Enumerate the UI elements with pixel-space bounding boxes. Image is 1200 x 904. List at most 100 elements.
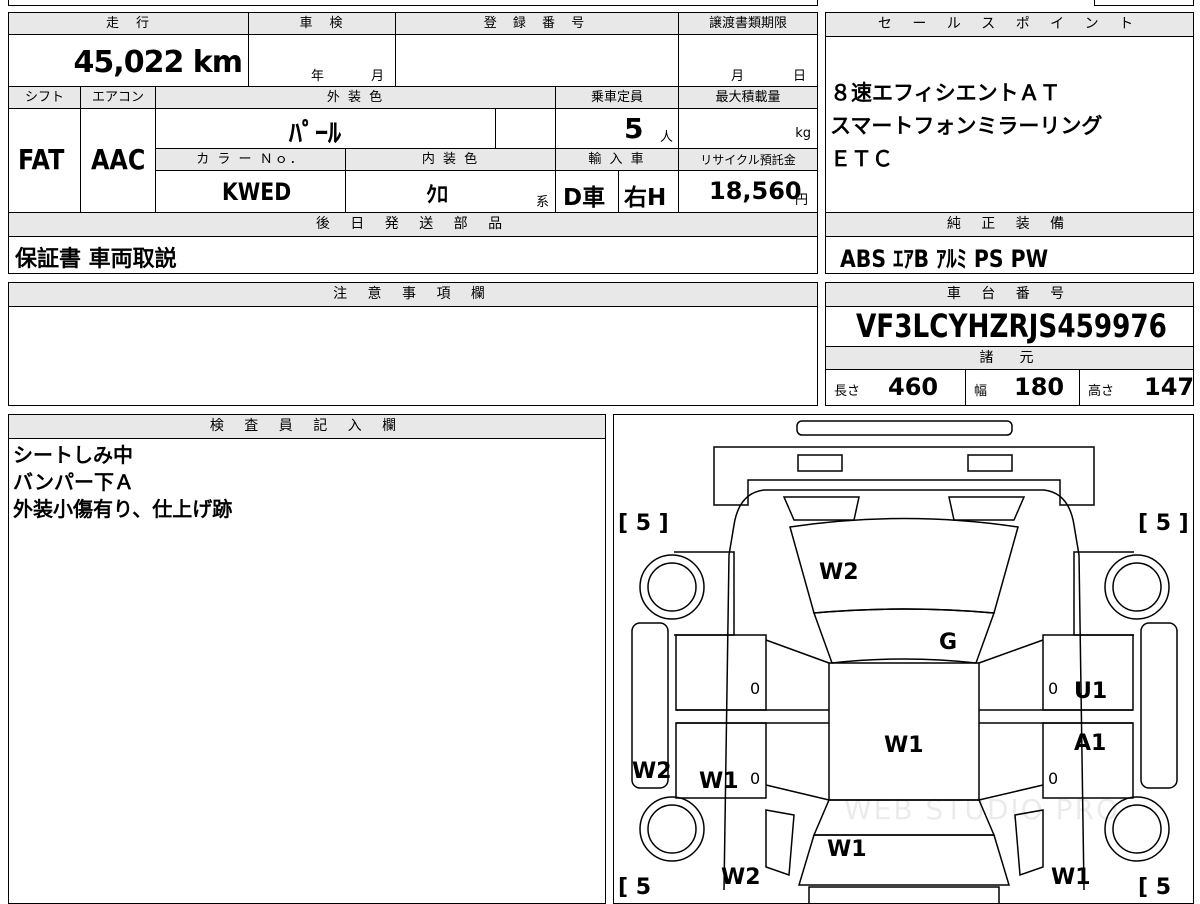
equipment-header: 純 正 装 備 [826,213,1193,237]
shift-header: シフト [9,87,81,109]
sales-point-line: ＥＴＣ [830,147,893,171]
capacity-unit: 人 [660,130,674,145]
tire-depth-front-right: [ 5 ] [1138,511,1189,536]
wheel-rear-left-inner [647,804,697,854]
damage-mark-roof: W1 [884,733,924,758]
notes-header: 注 意 事 項 欄 [9,283,817,307]
mileage-cell: 45,022 km [9,35,249,87]
registration-header: 登 録 番 号 [396,13,679,35]
import-type-cell: D車 [556,171,619,212]
inspector-box: 検 査 員 記 入 欄 シートしみ中 バンパー下Ａ 外装小傷有り、仕上げ跡 [8,414,606,904]
spec-height-label: 高さ [1088,384,1115,399]
ac-cell: AAC [81,109,156,212]
wheel-rear-left-outer [639,796,705,862]
equipment-box: 純 正 装 備 ABS ｴｱB ｱﾙﾐ PS PW [825,212,1194,274]
equipment-content: ABS ｴｱB ｱﾙﾐ PS PW [840,245,1049,273]
shaken-month-label: 月 [371,69,385,84]
maxload-cell: kg [679,109,817,149]
exterior-extra-cell [496,109,556,149]
interior-value: ｸﾛ [426,183,449,208]
damage-mark-right-front-door: U1 [1074,679,1108,704]
wheel-front-right-inner [1112,562,1162,612]
tire-depth-rear-right: [ 5 [1138,875,1172,900]
shaken-year-label: 年 [311,69,325,84]
steering-value: 右H [624,185,667,211]
colorno-cell: KWED [156,171,346,212]
shift-value: FAT [18,143,65,176]
wheel-rear-right-inner [1112,804,1162,854]
mileage-header: 走 行 [9,13,249,35]
inspector-note-line: 外装小傷有り、仕上げ跡 [13,497,233,521]
capacity-header: 乗車定員 [556,87,679,109]
damage-mark-rear-right: W1 [1051,865,1091,890]
chassis-box: 車 台 番 号 VF3LCYHZRJS459976 諸 元 長さ 460 幅 1… [825,282,1194,406]
sales-points-box: セ ー ル ス ポ イ ン ト ８速エフィシエントＡＴ スマートフォンミラーリン… [825,12,1194,213]
door-zero-marker: 0 [1048,769,1059,788]
damage-mark-trunk: W1 [827,837,867,862]
wheel-front-right-outer [1104,554,1170,620]
transfer-day-label: 日 [793,69,807,84]
exterior-value: ﾊﾟｰﾙ [289,119,342,149]
tire-depth-rear-left: [ 5 [618,875,652,900]
shift-cell: FAT [9,109,81,212]
inspector-notes: シートしみ中 バンパー下Ａ 外装小傷有り、仕上げ跡 [13,442,232,523]
spec-length-cell: 長さ 460 [826,370,966,405]
body-right [764,489,1085,891]
door-divider-left [676,709,829,724]
door-divider-right [979,709,1133,724]
exterior-cell: ﾊﾟｰﾙ [156,109,496,149]
import-type-value: D車 [563,185,606,211]
ac-value: AAC [91,143,146,176]
recycle-value: 18,560 [709,177,802,205]
front-light-left [797,454,843,472]
headlight-left [782,496,860,521]
sales-points-header: セ ー ル ス ポ イ ン ト [826,13,1193,37]
exterior-header: 外 装 色 [156,87,556,109]
import-header: 輸 入 車 [556,149,679,171]
maxload-header: 最大積載量 [679,87,817,109]
inspector-note-line: シートしみ中 [13,443,133,467]
front-panel [713,446,1095,506]
recycle-unit: 円 [795,193,809,208]
colorno-value: KWED [222,178,292,206]
ac-header: エアコン [81,87,156,109]
sales-point-line: スマートフォンミラーリング [830,114,1103,138]
car-diagram [631,420,1178,903]
steering-cell: 右H [619,171,679,212]
capacity-cell: 5 人 [556,109,679,149]
specs-header: 諸 元 [826,346,1193,370]
spec-height-value: 147 [1144,373,1195,401]
spec-height-cell: 高さ 147 [1080,370,1195,405]
damage-mark-left-rear-door: W1 [699,769,739,794]
wheel-front-left-outer [639,554,705,620]
recycle-cell: 18,560 円 [679,171,817,212]
later-parts-content: 保証書 車両取説 [15,247,177,272]
hood-rear [812,608,996,664]
damage-mark-right-rear-door: A1 [1074,731,1107,756]
headlight-right [948,496,1026,521]
maxload-unit: kg [795,126,811,141]
capacity-value: 5 [624,112,644,145]
fender-right [1073,551,1134,636]
damage-mark-hood: G [939,630,958,655]
watermark: WEB STUDIO PRO [844,793,1120,826]
inspector-header: 検 査 員 記 入 欄 [9,415,605,439]
chassis-header: 車 台 番 号 [826,283,1193,307]
damage-mark-windshield: W2 [819,560,859,585]
damage-mark-rear-left: W2 [721,865,761,890]
recycle-header: リサイクル預託金 [679,149,817,171]
top-partial-strip [8,0,818,6]
spec-length-label: 長さ [834,384,861,399]
spec-width-label: 幅 [974,384,988,399]
interior-header: 内 装 色 [346,149,556,171]
spec-width-cell: 幅 180 [966,370,1080,405]
roof [828,662,980,801]
tire-depth-front-left: [ 5 ] [618,511,669,536]
colorno-header: カ ラ ー Ｎｏ． [156,149,346,171]
inspector-note-line: バンパー下Ａ [13,470,134,494]
car-diagram-box: [ 5 ] [ 5 ] [ 5 [ 5 W2 G U1 A1 W1 W2 W1 … [613,414,1194,904]
top-partial-strip-right [1094,0,1194,6]
wheel-front-left-inner [647,562,697,612]
later-parts-header: 後 日 発 送 部 品 [9,213,817,237]
front-light-right [967,454,1013,472]
